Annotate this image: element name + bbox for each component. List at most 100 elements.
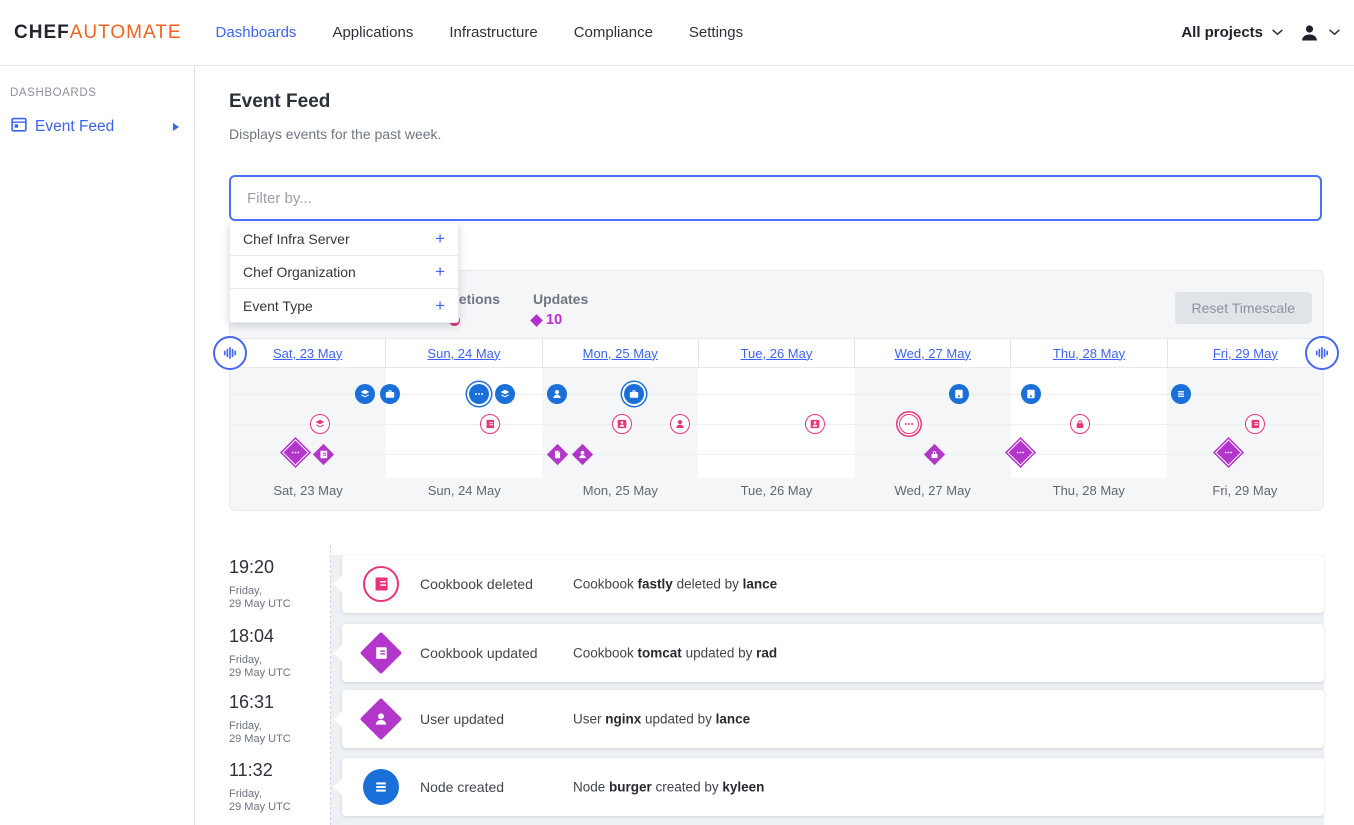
event-entity: tomcat <box>638 646 682 661</box>
event-date: Friday,29 May UTC <box>229 788 329 814</box>
plus-icon[interactable]: + <box>435 229 445 249</box>
creation-marker-briefcase[interactable] <box>624 384 644 404</box>
diamond-icon <box>530 314 543 327</box>
plus-icon[interactable]: + <box>435 296 445 316</box>
app-root: CHEFAUTOMATE Dashboards Applications Infra… <box>0 0 1354 825</box>
filter-category-chef-organization[interactable]: Chef Organization + <box>230 256 458 289</box>
grid-row-line <box>230 454 1323 455</box>
deletion-marker-lock[interactable] <box>1070 414 1090 434</box>
event-description: Cookbook fastly deleted by lance <box>573 577 777 592</box>
event-description: Cookbook tomcat updated by rad <box>573 646 777 661</box>
event-entity: nginx <box>605 712 641 727</box>
day-link-wed-27-may[interactable]: Wed, 27 May <box>895 346 971 361</box>
creation-marker-layers[interactable] <box>355 384 375 404</box>
day-link-tue-26-may[interactable]: Tue, 26 May <box>741 346 813 361</box>
sidebar-item-event-feed[interactable]: Event Feed <box>11 116 194 137</box>
event-actor: lance <box>716 712 751 727</box>
filter-category-label: Event Type <box>243 298 313 314</box>
deletion-marker-org[interactable] <box>805 414 825 434</box>
event-time-value: 18:04 <box>229 626 329 647</box>
axis-label: Tue, 26 May <box>698 483 854 498</box>
sidebar-item-label: Event Feed <box>35 118 114 136</box>
event-time: 19:20Friday,29 May UTC <box>229 557 329 611</box>
book-icon <box>360 632 402 674</box>
event-time: 16:31Friday,29 May UTC <box>229 692 329 746</box>
card-arrow-left <box>333 645 342 661</box>
main-nav: Dashboards Applications Infrastructure Comp… <box>216 24 744 41</box>
day-header-cell: Wed, 27 May <box>854 339 1010 367</box>
timeline-scale-right-handle[interactable] <box>1305 336 1339 370</box>
event-actor: rad <box>756 646 777 661</box>
event-time: 11:32Friday,29 May UTC <box>229 760 329 814</box>
card-arrow-left <box>333 576 342 592</box>
day-link-fri-29-may[interactable]: Fri, 29 May <box>1213 346 1278 361</box>
filter-category-label: Chef Infra Server <box>243 231 350 247</box>
user-avatar-icon[interactable] <box>1299 23 1320 43</box>
day-header-cell: Mon, 25 May <box>542 339 698 367</box>
axis-label: Sat, 23 May <box>230 483 386 498</box>
deletion-marker-book[interactable] <box>1245 414 1265 434</box>
day-header-cell: Tue, 26 May <box>698 339 854 367</box>
topbar-right: All projects <box>1181 23 1340 43</box>
event-date: Friday,29 May UTC <box>229 585 329 611</box>
timeline-day-header: Sat, 23 May Sun, 24 May Mon, 25 May Tue, 26… <box>230 338 1323 368</box>
event-date: Friday,29 May UTC <box>229 654 329 680</box>
creation-marker-user[interactable] <box>547 384 567 404</box>
nav-item-dashboards[interactable]: Dashboards <box>216 24 297 41</box>
nav-item-infrastructure[interactable]: Infrastructure <box>449 24 537 41</box>
calendar-icon <box>11 116 27 137</box>
deletion-marker-book[interactable] <box>480 414 500 434</box>
axis-label: Thu, 28 May <box>1011 483 1167 498</box>
sidebar: DASHBOARDS Event Feed <box>0 66 195 825</box>
deletion-marker-org[interactable] <box>612 414 632 434</box>
updates-count-value: 10 <box>546 312 562 328</box>
timeline-scale-left-handle[interactable] <box>213 336 247 370</box>
chevron-down-icon[interactable] <box>1329 29 1340 36</box>
day-column <box>386 368 542 478</box>
day-link-sun-24-may[interactable]: Sun, 24 May <box>427 346 500 361</box>
event-card-cookbook-updated: Cookbook updatedCookbook tomcat updated … <box>342 624 1324 682</box>
nav-item-settings[interactable]: Settings <box>689 24 743 41</box>
logo-chef: CHEF <box>14 22 70 44</box>
creation-marker-ellipsis[interactable] <box>469 384 489 404</box>
axis-label: Wed, 27 May <box>855 483 1011 498</box>
event-type-label: Node created <box>420 779 504 795</box>
event-time: 18:04 Friday,29 May UTC <box>229 626 329 680</box>
chevron-down-icon[interactable] <box>1272 29 1283 36</box>
deletion-marker-layers[interactable] <box>310 414 330 434</box>
creation-marker-node[interactable] <box>949 384 969 404</box>
day-link-sat-23-may[interactable]: Sat, 23 May <box>273 346 342 361</box>
creation-marker-list[interactable] <box>1171 384 1191 404</box>
nav-item-applications[interactable]: Applications <box>332 24 413 41</box>
timeline-grid <box>230 368 1323 478</box>
reset-timescale-button[interactable]: Reset Timescale <box>1175 292 1312 324</box>
day-header-cell: Sun, 24 May <box>385 339 541 367</box>
deletion-marker-ellipsis[interactable] <box>899 414 919 434</box>
day-link-thu-28-may[interactable]: Thu, 28 May <box>1053 346 1125 361</box>
plus-icon[interactable]: + <box>435 262 445 282</box>
creation-marker-node[interactable] <box>1021 384 1041 404</box>
filter-category-label: Chef Organization <box>243 264 356 280</box>
updates-count: 10 <box>532 312 562 328</box>
filter-input[interactable] <box>229 175 1322 221</box>
card-arrow-left <box>333 779 342 795</box>
logo-automate: AUTOMATE <box>70 22 182 44</box>
event-entity: burger <box>609 780 652 795</box>
day-header-cell: Fri, 29 May <box>1167 339 1323 367</box>
event-type-label: Cookbook deleted <box>420 576 533 592</box>
day-header-cell: Thu, 28 May <box>1010 339 1166 367</box>
event-entity: fastly <box>638 577 673 592</box>
filter-category-chef-infra-server[interactable]: Chef Infra Server + <box>230 223 458 256</box>
creation-marker-layers[interactable] <box>495 384 515 404</box>
deletion-marker-user[interactable] <box>670 414 690 434</box>
filter-category-event-type[interactable]: Event Type + <box>230 289 458 322</box>
grid-row-line <box>230 424 1323 425</box>
sidebar-heading: DASHBOARDS <box>10 87 194 99</box>
day-link-mon-25-may[interactable]: Mon, 25 May <box>583 346 658 361</box>
event-type-label: User updated <box>420 711 504 727</box>
projects-selector[interactable]: All projects <box>1181 24 1263 41</box>
user-icon <box>360 698 402 740</box>
creation-marker-briefcase[interactable] <box>380 384 400 404</box>
event-actor: lance <box>743 577 778 592</box>
nav-item-compliance[interactable]: Compliance <box>574 24 653 41</box>
